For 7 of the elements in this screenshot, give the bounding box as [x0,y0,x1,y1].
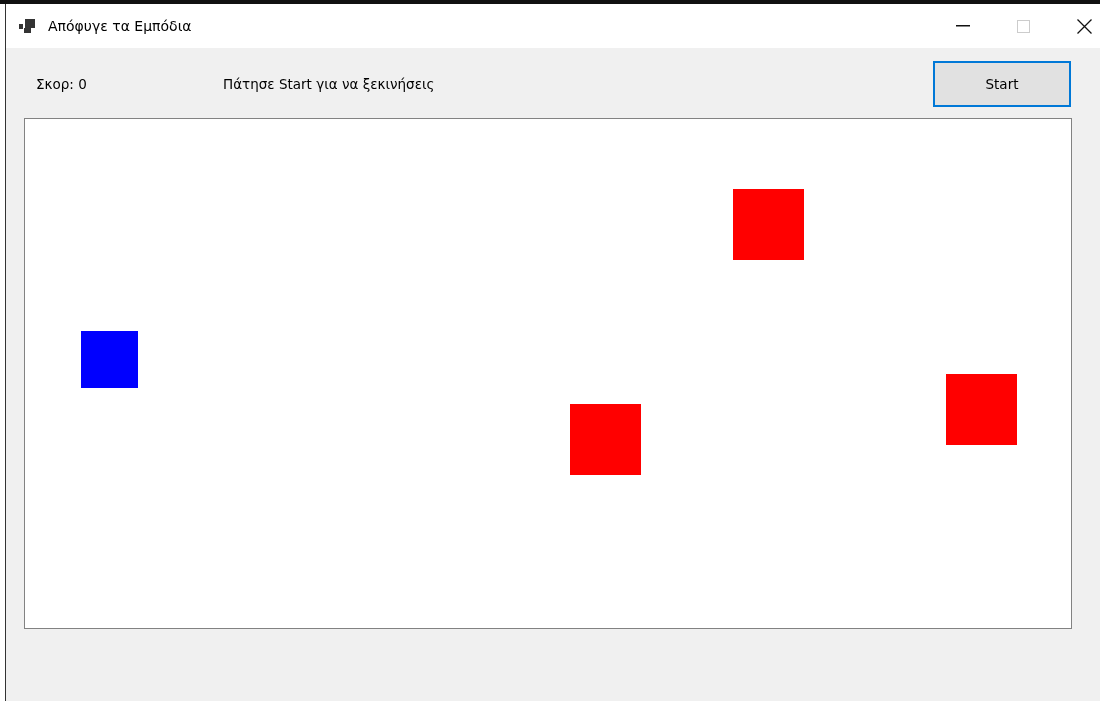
score-label: Σκορ: 0 [36,75,88,92]
app-icon [19,19,35,33]
minimize-icon[interactable] [956,25,970,27]
status-text: Πάτησε Start για να ξεκινήσεις [223,75,435,92]
close-icon[interactable] [1077,18,1092,34]
start-button[interactable]: Start [933,60,1071,107]
window-title: Απόφυγε τα Εμπόδια [48,18,192,34]
